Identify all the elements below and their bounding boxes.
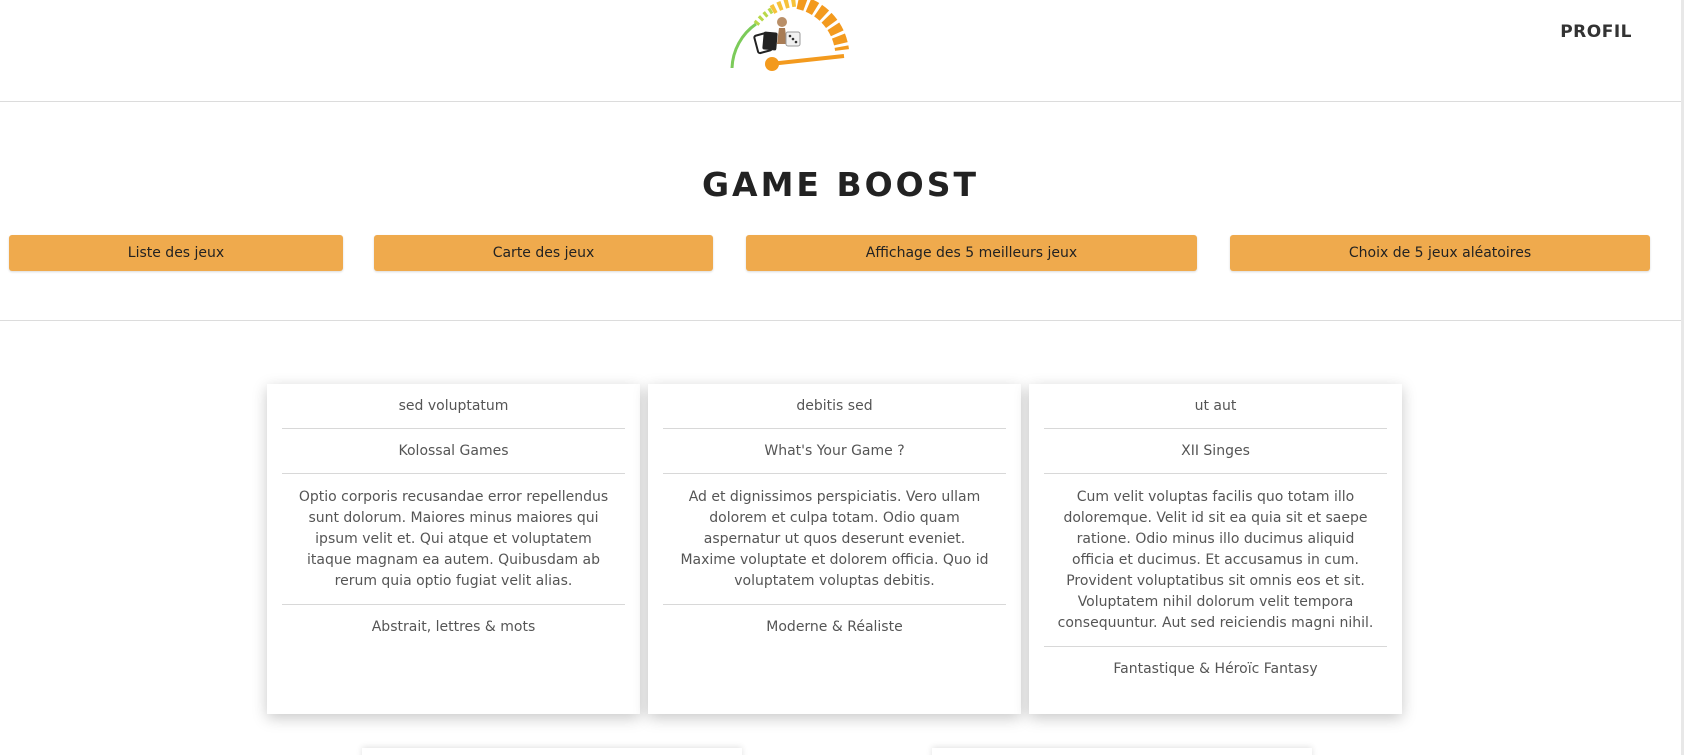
game-description: Cum velit voluptas facilis quo totam ill… (1044, 474, 1387, 647)
page-title: GAME BOOST (701, 165, 980, 204)
game-card[interactable]: debitis sed What's Your Game ? Ad et dig… (648, 384, 1021, 714)
game-description: Ad et dignissimos perspiciatis. Vero ull… (663, 474, 1006, 605)
games-list-button[interactable]: Liste des jeux (9, 235, 343, 271)
games-map-button[interactable]: Carte des jeux (374, 235, 713, 271)
hero-section: GAME BOOST Liste des jeux Carte des jeux… (0, 103, 1681, 321)
game-theme: Fantastique & Héroïc Fantasy (1113, 661, 1318, 677)
game-theme: Moderne & Réaliste (766, 619, 903, 635)
random-5-games-button[interactable]: Choix de 5 jeux aléatoires (1230, 235, 1650, 271)
game-name: ut aut (1044, 384, 1387, 429)
game-publisher: What's Your Game ? (663, 429, 1006, 474)
top-5-games-button[interactable]: Affichage des 5 meilleurs jeux (746, 235, 1197, 271)
profile-link[interactable]: PROFIL (1560, 22, 1632, 42)
game-theme: Abstrait, lettres & mots (371, 619, 536, 635)
game-name: debitis sed (663, 384, 1006, 429)
game-name: sed voluptatum (282, 384, 625, 429)
game-publisher: Kolossal Games (282, 429, 625, 474)
game-description: Optio corporis recusandae error repellen… (282, 474, 625, 605)
site-header: PROFIL (0, 0, 1681, 102)
game-boost-logo[interactable] (726, 0, 850, 72)
game-card[interactable]: ut aut XII Singes Cum velit voluptas fac… (1029, 384, 1402, 714)
game-card-partial[interactable] (362, 748, 742, 755)
game-card[interactable]: sed voluptatum Kolossal Games Optio corp… (267, 384, 640, 714)
game-card-partial[interactable] (932, 748, 1312, 755)
game-publisher: XII Singes (1044, 429, 1387, 474)
